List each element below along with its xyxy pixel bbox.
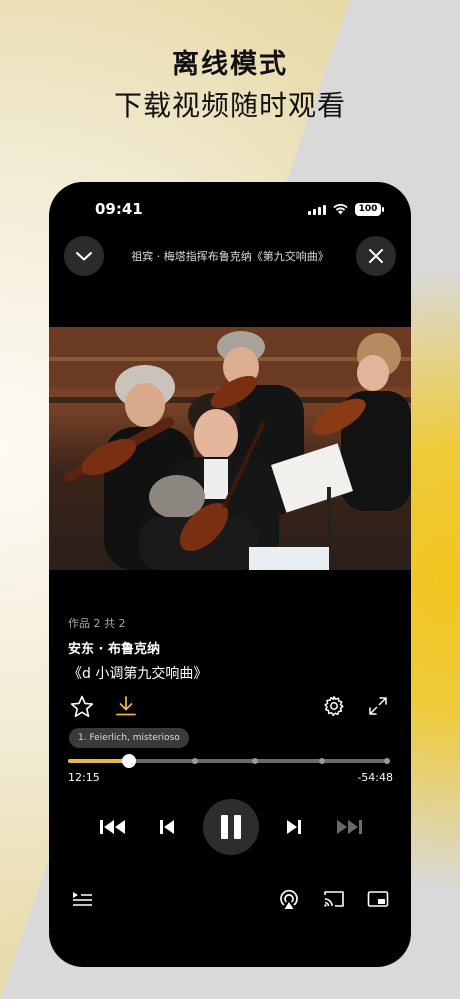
progress-fill xyxy=(68,759,129,763)
chapter-marker xyxy=(252,758,258,764)
track-info: 作品 2 共 2 安东 · 布鲁克纳 《d 小调第九交响曲》 xyxy=(68,615,207,683)
download-icon xyxy=(116,696,136,716)
favorite-button[interactable] xyxy=(68,693,96,719)
composer-name: 安东 · 布鲁克纳 xyxy=(68,642,160,657)
chevron-down-icon xyxy=(76,252,92,261)
skip-forward-icon xyxy=(337,820,362,834)
battery-indicator: 100 xyxy=(355,203,384,216)
movement-chip[interactable]: 1. Feierlich, misterioso xyxy=(69,728,189,748)
skip-back-icon xyxy=(100,820,125,834)
cast-button[interactable] xyxy=(321,888,347,910)
picture-in-picture-button[interactable] xyxy=(365,888,391,910)
wifi-icon xyxy=(333,203,348,215)
video-frame[interactable] xyxy=(49,327,411,570)
star-icon xyxy=(70,695,94,717)
skip-forward-button[interactable] xyxy=(333,816,365,838)
skip-back-button[interactable] xyxy=(97,816,129,838)
pause-icon xyxy=(221,815,241,839)
promo-subheadline: 下载视频随时观看 xyxy=(113,89,346,122)
airplay-button[interactable] xyxy=(276,886,302,912)
promo-headline: 离线模式 xyxy=(172,49,288,80)
status-time: 09:41 xyxy=(95,200,143,218)
pause-button[interactable] xyxy=(203,799,259,855)
progress-track[interactable] xyxy=(68,754,390,768)
next-button[interactable] xyxy=(283,816,305,838)
download-button[interactable] xyxy=(113,693,139,719)
gear-icon xyxy=(324,696,344,716)
progress-knob[interactable] xyxy=(121,754,136,768)
previous-icon xyxy=(160,820,174,834)
chapter-marker xyxy=(319,758,325,764)
previous-button[interactable] xyxy=(156,816,178,838)
airplay-icon xyxy=(280,889,298,909)
elapsed-time: 12:15 xyxy=(68,771,100,784)
chapter-marker xyxy=(192,758,198,764)
collapse-button[interactable] xyxy=(64,236,104,276)
chapter-marker xyxy=(384,758,390,764)
playlist-icon xyxy=(73,892,92,906)
phone-screen: 09:41 100 祖宾 · 梅塔指挥布鲁克纳《第九交响曲》 作品 2 共 2 … xyxy=(49,182,411,967)
expand-icon xyxy=(369,697,387,715)
work-count: 作品 2 共 2 xyxy=(68,617,126,630)
status-bar: 09:41 100 xyxy=(49,200,411,222)
close-icon xyxy=(369,249,383,263)
fullscreen-button[interactable] xyxy=(365,693,391,719)
player-title: 祖宾 · 梅塔指挥布鲁克纳《第九交响曲》 xyxy=(131,250,329,263)
picture-in-picture-icon xyxy=(367,891,389,907)
playlist-button[interactable] xyxy=(69,888,95,910)
work-title: 《d 小调第九交响曲》 xyxy=(68,666,208,682)
orchestra-image xyxy=(49,327,411,570)
settings-button[interactable] xyxy=(321,693,347,719)
cellular-signal-icon xyxy=(308,205,326,215)
next-icon xyxy=(287,820,301,834)
close-button[interactable] xyxy=(356,236,396,276)
remaining-time: -54:48 xyxy=(357,771,393,784)
cast-icon xyxy=(324,891,344,907)
